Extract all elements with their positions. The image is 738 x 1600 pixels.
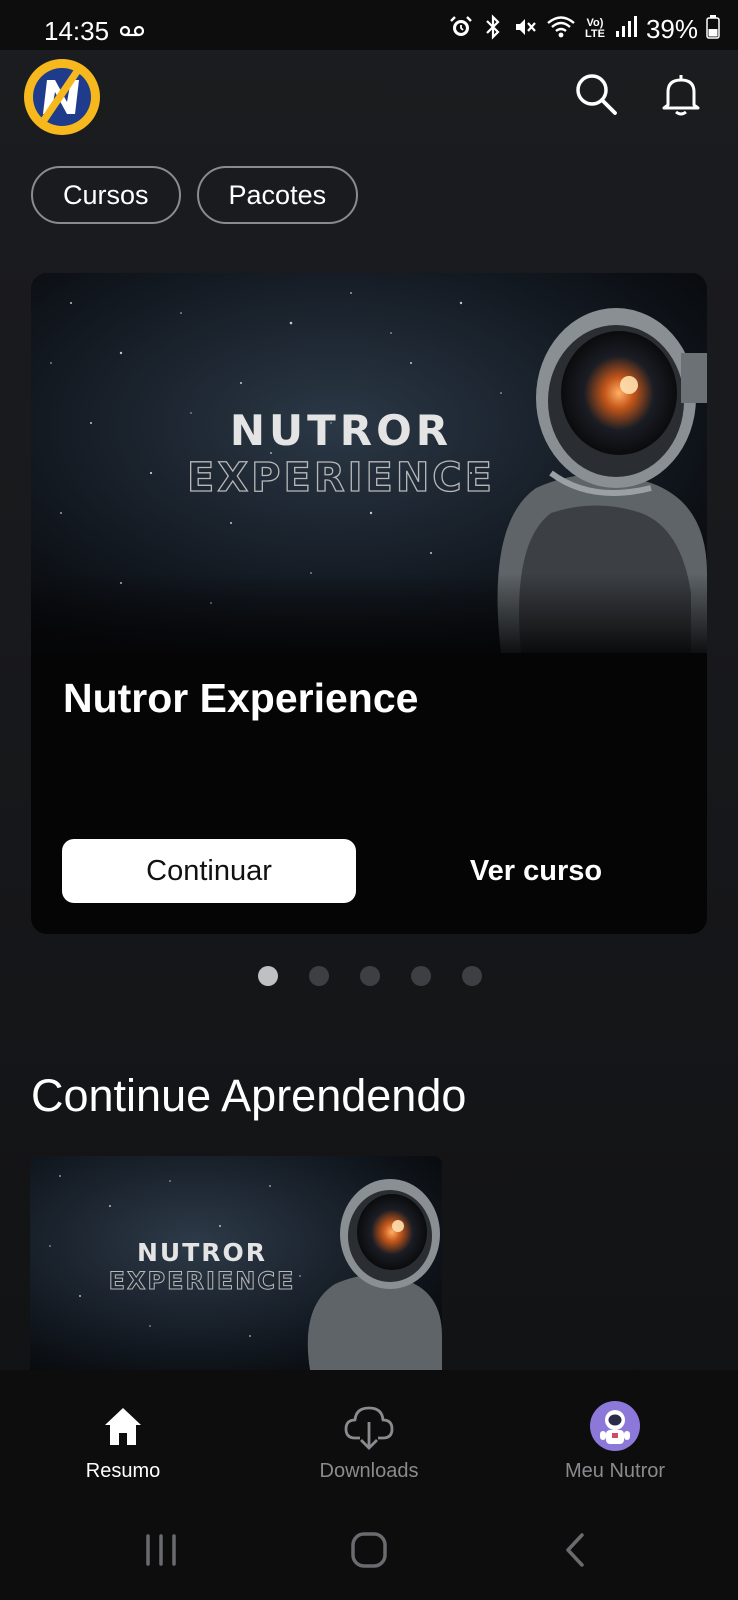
carousel-dot[interactable] bbox=[360, 966, 380, 986]
battery-icon bbox=[706, 14, 720, 44]
system-navigation-bar bbox=[0, 1502, 738, 1600]
filter-chips: Cursos Pacotes bbox=[31, 166, 359, 224]
carousel-dot[interactable] bbox=[411, 966, 431, 986]
course-title: Nutror Experience bbox=[63, 675, 419, 721]
carousel-dot[interactable] bbox=[462, 966, 482, 986]
voicemail-icon bbox=[119, 24, 145, 42]
nav-label-downloads: Downloads bbox=[319, 1460, 419, 1482]
status-time: 14:35 bbox=[44, 16, 110, 46]
volte-icon: Vo) LTE bbox=[584, 17, 605, 40]
bottom-navigation: Resumo Downloads Meu Nutror bbox=[0, 1370, 738, 1502]
carousel-indicator bbox=[258, 966, 482, 986]
carousel-dot[interactable] bbox=[309, 966, 329, 986]
home-button-icon[interactable] bbox=[349, 1530, 389, 1575]
home-icon bbox=[97, 1400, 149, 1452]
thumbnail-title-top: NUTROR bbox=[137, 1238, 267, 1267]
cloud-download-icon bbox=[343, 1400, 395, 1452]
signal-icon bbox=[614, 15, 638, 44]
banner-title-bottom: EXPERIENCE bbox=[187, 455, 495, 501]
course-thumbnail: NUTROR EXPERIENCE bbox=[30, 1156, 442, 1370]
chip-cursos[interactable]: Cursos bbox=[31, 166, 181, 224]
nav-item-downloads[interactable]: Downloads bbox=[246, 1370, 492, 1502]
recent-apps-icon[interactable] bbox=[144, 1530, 178, 1575]
bell-icon[interactable] bbox=[660, 72, 702, 116]
alarm-icon bbox=[448, 14, 474, 45]
back-icon[interactable] bbox=[560, 1530, 590, 1575]
section-title: Continue Aprendendo bbox=[31, 1070, 467, 1121]
mute-icon bbox=[512, 14, 538, 45]
nutror-logo[interactable] bbox=[23, 58, 101, 136]
carousel-dot[interactable] bbox=[258, 966, 278, 986]
battery-percent: 39% bbox=[645, 13, 698, 44]
nav-label-resumo: Resumo bbox=[85, 1460, 161, 1482]
avatar-icon bbox=[589, 1400, 641, 1452]
chip-pacotes[interactable]: Pacotes bbox=[196, 166, 359, 224]
search-icon[interactable] bbox=[574, 72, 618, 116]
status-bar: 14:35 Vo) LTE 39% bbox=[0, 0, 738, 50]
continue-button[interactable]: Continuar bbox=[62, 839, 356, 903]
banner-title-top: NUTROR bbox=[230, 406, 452, 455]
thumbnail-title-bottom: EXPERIENCE bbox=[109, 1267, 296, 1295]
wifi-icon bbox=[546, 14, 576, 45]
view-course-button[interactable]: Ver curso bbox=[396, 839, 676, 903]
nav-item-resumo[interactable]: Resumo bbox=[0, 1370, 246, 1502]
bluetooth-icon bbox=[482, 13, 504, 45]
nav-item-meu-nutror[interactable]: Meu Nutror bbox=[492, 1370, 738, 1502]
nav-label-meu-nutror: Meu Nutror bbox=[564, 1460, 666, 1482]
status-icons: Vo) LTE 39% bbox=[448, 12, 720, 46]
app-screen: 14:35 Vo) LTE 39% Cursos Pacotes NUTROR … bbox=[0, 0, 738, 1600]
continue-course-card[interactable]: NUTROR EXPERIENCE bbox=[30, 1156, 442, 1370]
featured-course-card[interactable]: NUTROR EXPERIENCE Nutror Experience Cont… bbox=[31, 273, 707, 934]
